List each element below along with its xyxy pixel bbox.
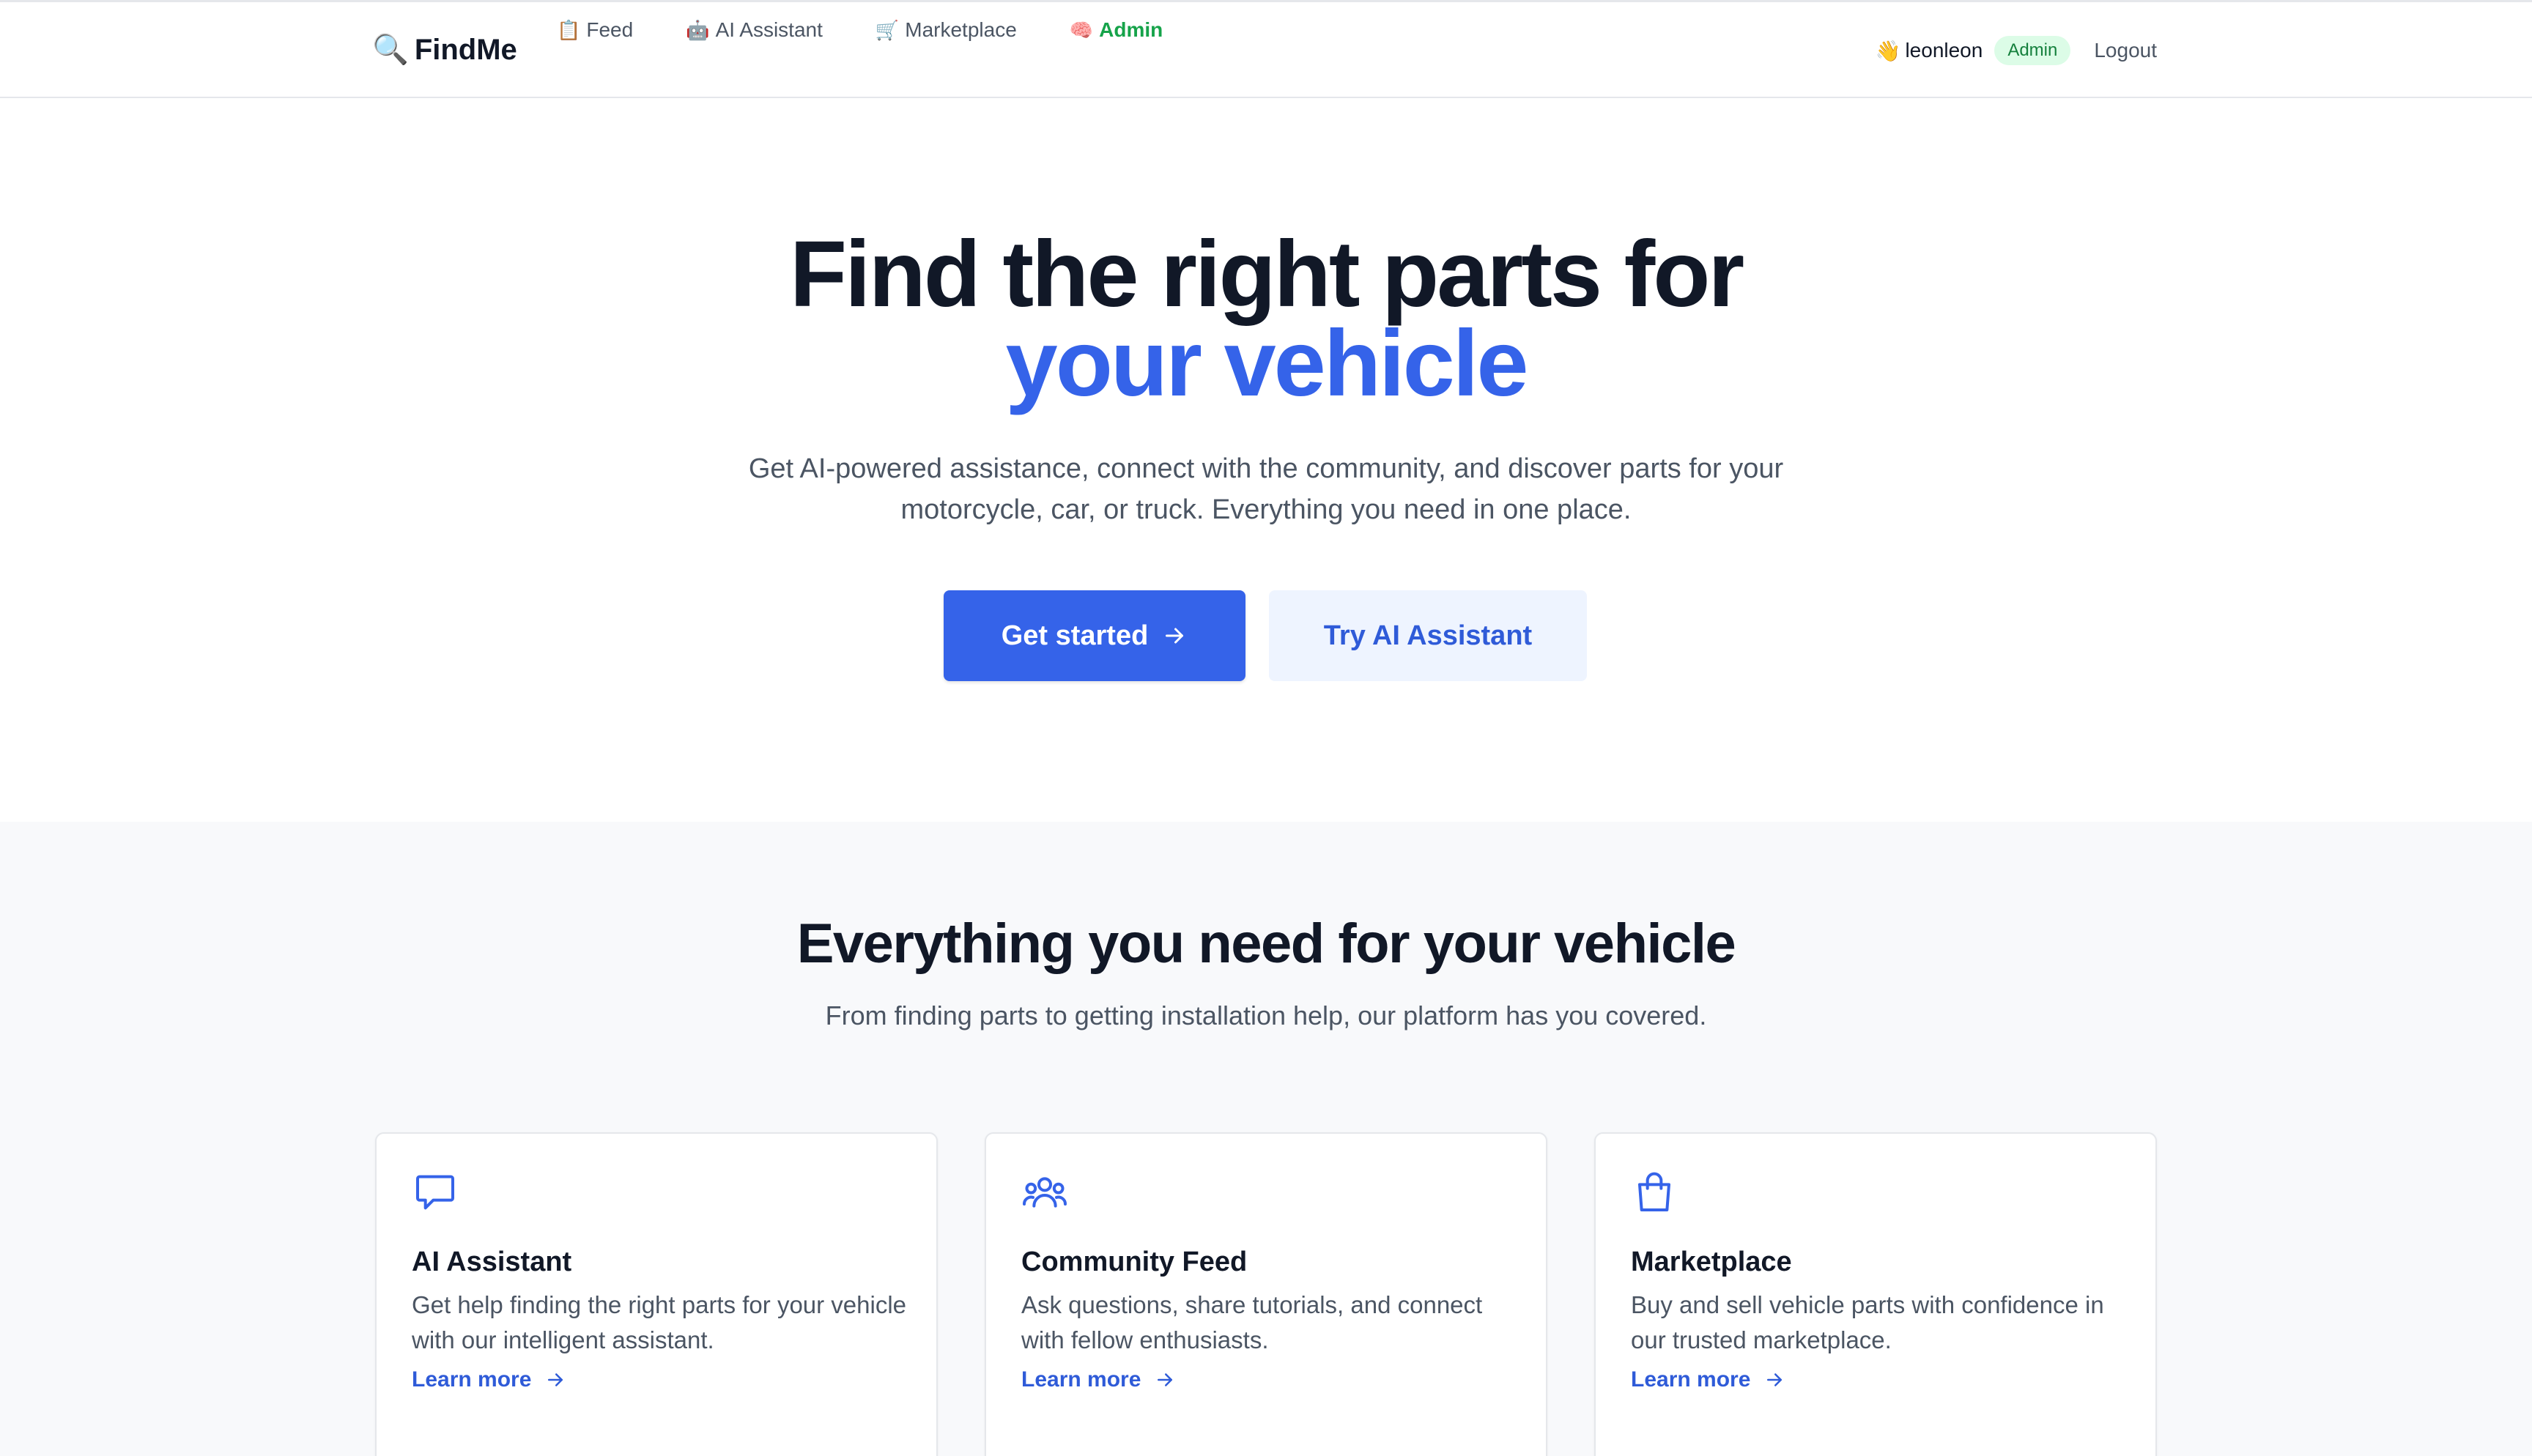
magnifier-icon: 🔍: [372, 34, 409, 66]
username: leonleon: [1905, 39, 1983, 62]
chat-bubble-icon: [416, 1175, 454, 1210]
learn-more-label: Learn more: [1021, 1367, 1141, 1392]
learn-more-link[interactable]: Learn more: [412, 1365, 566, 1394]
nav-item-label: Admin: [1099, 18, 1163, 41]
nav-item-feed[interactable]: 📋 Feed: [557, 15, 633, 45]
get-started-button[interactable]: Get started: [944, 590, 1245, 681]
arrow-right-icon: [548, 1373, 563, 1386]
feature-card-ai-assistant[interactable]: AI Assistant Get help finding the right …: [375, 1132, 938, 1456]
card-title: Marketplace: [1631, 1247, 1792, 1277]
card-description: Get help finding the right parts for you…: [412, 1291, 907, 1353]
learn-more-label: Learn more: [412, 1367, 532, 1392]
learn-more-label: Learn more: [1631, 1367, 1751, 1392]
features-section: Everything you need for your vehicle Fro…: [0, 822, 2532, 1456]
clipboard-icon: 📋: [557, 18, 581, 41]
arrow-right-icon: [1166, 628, 1184, 644]
robot-icon: 🤖: [686, 18, 710, 41]
shopping-bag-icon: [1638, 1172, 1670, 1211]
hero-title: Find the right parts for your vehicle: [0, 228, 2532, 416]
hero-title-highlight: your vehicle: [1005, 311, 1529, 416]
features-title: Everything you need for your vehicle: [796, 913, 1736, 975]
nav-item-label: Marketplace: [905, 18, 1017, 41]
feature-card-marketplace[interactable]: Marketplace Buy and sell vehicle parts w…: [1594, 1132, 2157, 1456]
learn-more-link[interactable]: Learn more: [1021, 1365, 1176, 1394]
arrow-right-icon: [1158, 1373, 1173, 1386]
logo[interactable]: 🔍 FindMe: [372, 31, 517, 68]
users-group-icon: [1022, 1177, 1067, 1208]
feature-card-community-feed[interactable]: Community Feed Ask questions, share tuto…: [985, 1132, 1547, 1456]
logout-button[interactable]: Logout: [2094, 39, 2157, 62]
card-description: Ask questions, share tutorials, and conn…: [1021, 1291, 1483, 1353]
cart-icon: 🛒: [875, 18, 900, 41]
user-menu[interactable]: 👋 leonleon: [1876, 39, 1983, 63]
user-area: 👋 leonleon Admin Logout: [1876, 36, 2157, 65]
features-subtitle: From finding parts to getting installati…: [825, 1000, 1707, 1030]
nav-item-ai-assistant[interactable]: 🤖 AI Assistant: [686, 15, 823, 45]
nav-item-label: AI Assistant: [715, 18, 823, 41]
hero-section: Find the right parts for your vehicle Ge…: [0, 98, 2532, 822]
nav-item-label: Feed: [586, 18, 634, 41]
top-navbar: 🔍 FindMe 📋 Feed 🤖 AI Assistant 🛒 Marketp…: [0, 2, 2532, 98]
try-ai-assistant-button[interactable]: Try AI Assistant: [1269, 590, 1587, 681]
hero-subtitle: Get AI-powered assistance, connect with …: [748, 453, 1784, 525]
card-description: Buy and sell vehicle parts with confiden…: [1631, 1291, 2104, 1353]
nav-item-admin[interactable]: 🧠 Admin: [1070, 15, 1163, 45]
card-title: Community Feed: [1021, 1247, 1248, 1277]
main-nav: 📋 Feed 🤖 AI Assistant 🛒 Marketplace 🧠 Ad…: [557, 15, 1215, 45]
role-badge: Admin: [1994, 36, 2071, 65]
get-started-label: Get started: [1001, 620, 1149, 651]
card-title: AI Assistant: [412, 1247, 572, 1277]
nav-item-marketplace[interactable]: 🛒 Marketplace: [876, 15, 1017, 45]
arrow-right-icon: [1767, 1373, 1783, 1386]
learn-more-link[interactable]: Learn more: [1631, 1365, 1785, 1394]
brain-icon: 🧠: [1069, 18, 1094, 41]
wave-icon: 👋: [1875, 39, 1901, 62]
logo-text: FindMe: [414, 34, 517, 66]
